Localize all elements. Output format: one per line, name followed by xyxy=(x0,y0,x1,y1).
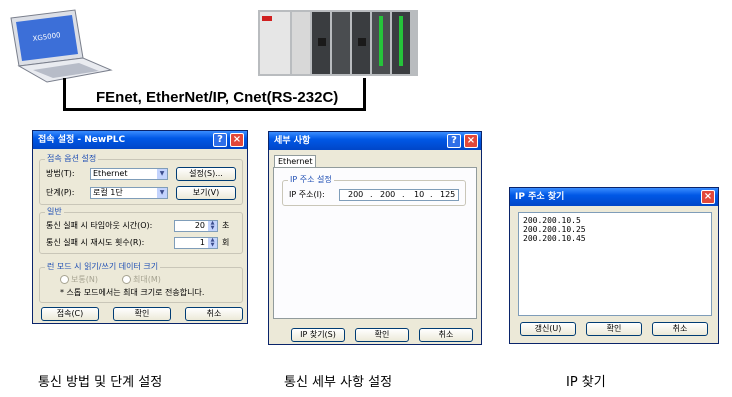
spinner-arrows-icon[interactable]: ▲ ▼ xyxy=(208,221,217,231)
ip-octet: 200 xyxy=(380,190,396,199)
list-item[interactable]: 200.200.10.45 xyxy=(523,234,707,243)
ip-list[interactable]: 200.200.10.5 200.200.10.25 200.200.10.45 xyxy=(518,212,712,316)
cancel-button[interactable]: 취소 xyxy=(652,322,708,336)
depth-select[interactable]: 로컬 1단 ▼ xyxy=(90,187,168,199)
list-item[interactable]: 200.200.10.5 xyxy=(523,216,707,225)
stop-mode-note: * 스톱 모드에서는 최대 크기로 전송합니다. xyxy=(60,288,205,297)
ok-button[interactable]: 확인 xyxy=(355,328,409,342)
ip-dot: . xyxy=(430,190,433,199)
connection-options-group: 접속 옵션 설정 방법(T): Ethernet ▼ 설정(S)... 단계(P)… xyxy=(39,153,243,205)
ok-button[interactable]: 확인 xyxy=(586,322,642,336)
depth-label: 단계(P): xyxy=(46,188,75,197)
timeout-label: 통신 실패 시 타임아웃 시간(O): xyxy=(46,221,153,230)
details-dialog: 세부 사항 ? × Ethernet IP 주소 설정 IP 주소(I): 20… xyxy=(268,131,482,345)
tab-ethernet[interactable]: Ethernet xyxy=(274,155,317,167)
dialog-title: IP 주소 찾기 xyxy=(515,192,565,202)
ok-button[interactable]: 확인 xyxy=(113,307,171,321)
method-select[interactable]: Ethernet ▼ xyxy=(90,168,168,180)
laptop-illustration: XG5000 xyxy=(10,9,113,83)
help-icon[interactable]: ? xyxy=(447,134,461,148)
chevron-down-icon[interactable]: ▼ xyxy=(157,169,167,179)
ip-octet: 125 xyxy=(440,190,456,199)
close-icon[interactable]: × xyxy=(464,134,478,148)
ethernet-tab-panel: IP 주소 설정 IP 주소(I): 200 . 200 . 10 . 125 xyxy=(273,167,477,319)
caption-connection-method: 통신 방법 및 단계 설정 xyxy=(38,375,163,390)
group-title: 일반 xyxy=(45,206,64,217)
connection-types-label: FEnet, EtherNet/IP, Cnet(RS-232C) xyxy=(96,89,339,106)
radio-normal[interactable]: 보통(N) xyxy=(60,274,98,286)
radio-max[interactable]: 최대(M) xyxy=(122,274,161,286)
group-title: IP 주소 설정 xyxy=(288,174,334,185)
chevron-down-icon[interactable]: ▼ xyxy=(157,188,167,198)
connection-settings-dialog: 접속 설정 - NewPLC ? × 접속 옵션 설정 방법(T): Ether… xyxy=(32,130,248,324)
ip-search-dialog: IP 주소 찾기 × 200.200.10.5 200.200.10.25 20… xyxy=(509,187,719,344)
spinner-arrows-icon[interactable]: ▲ ▼ xyxy=(208,238,217,248)
group-title: 접속 옵션 설정 xyxy=(45,153,99,164)
dialog-title: 세부 사항 xyxy=(274,136,311,146)
ip-address-group: IP 주소 설정 IP 주소(I): 200 . 200 . 10 . 125 xyxy=(282,174,466,206)
settings-button[interactable]: 설정(S)... xyxy=(176,167,236,181)
ip-dot: . xyxy=(370,190,373,199)
close-icon[interactable]: × xyxy=(230,133,244,147)
dialog-title: 접속 설정 - NewPLC xyxy=(38,135,126,145)
group-title: 런 모드 시 읽기/쓰기 데이터 크기 xyxy=(45,261,161,272)
retry-label: 통신 실패 시 재시도 횟수(R): xyxy=(46,238,145,247)
help-icon[interactable]: ? xyxy=(213,133,227,147)
timeout-stepper[interactable]: 20 ▲ ▼ xyxy=(174,220,218,232)
plc-illustration xyxy=(258,10,418,76)
ip-address-label: IP 주소(I): xyxy=(289,190,325,199)
timeout-unit: 초 xyxy=(222,221,230,230)
view-button[interactable]: 보기(V) xyxy=(176,186,236,200)
dialog-titlebar: IP 주소 찾기 xyxy=(510,188,718,206)
method-label: 방법(T): xyxy=(46,169,75,178)
run-mode-data-size-group: 런 모드 시 읽기/쓰기 데이터 크기 보통(N) 최대(M) * 스톱 모드에… xyxy=(39,261,243,303)
general-group: 일반 통신 실패 시 타임아웃 시간(O): 20 ▲ ▼ 초 통신 실패 시 재시… xyxy=(39,206,243,254)
find-ip-button[interactable]: IP 찾기(S) xyxy=(291,328,345,342)
ip-octet: 10 xyxy=(414,190,425,199)
radio-circle-icon[interactable] xyxy=(122,275,131,284)
radio-circle-icon[interactable] xyxy=(60,275,69,284)
close-icon[interactable]: × xyxy=(701,190,715,204)
retry-stepper[interactable]: 1 ▲ ▼ xyxy=(174,237,218,249)
ip-address-input[interactable]: 200 . 200 . 10 . 125 xyxy=(339,189,459,201)
refresh-button[interactable]: 갱신(U) xyxy=(520,322,576,336)
ip-dot: . xyxy=(402,190,405,199)
list-item[interactable]: 200.200.10.25 xyxy=(523,225,707,234)
cancel-button[interactable]: 취소 xyxy=(419,328,473,342)
connect-button[interactable]: 접속(C) xyxy=(41,307,99,321)
caption-ip-search: IP 찾기 xyxy=(566,375,606,390)
cancel-button[interactable]: 취소 xyxy=(185,307,243,321)
caption-detail-settings: 통신 세부 사항 설정 xyxy=(284,375,393,390)
ip-octet: 200 xyxy=(348,190,364,199)
retry-unit: 회 xyxy=(222,238,230,247)
